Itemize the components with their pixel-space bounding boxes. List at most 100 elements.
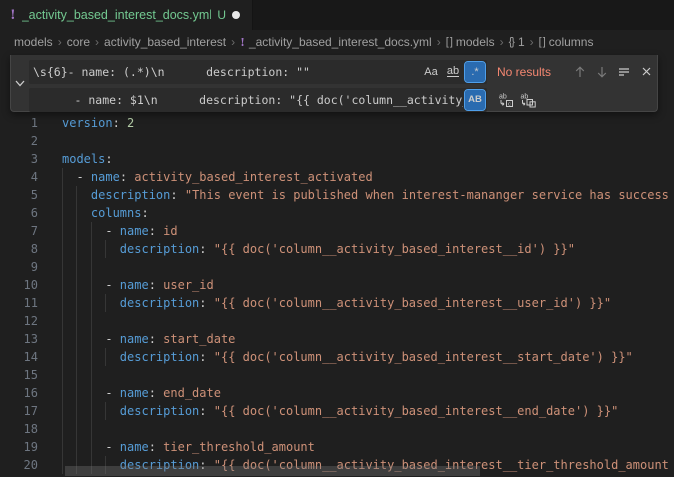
regex-button[interactable]: .* (465, 62, 485, 82)
replace-all-button[interactable]: ab (517, 89, 539, 111)
indent-guide (62, 420, 63, 438)
replace-input[interactable]: - name: $1\n description: "{{ doc('colum… (29, 88, 487, 112)
indent-guide (76, 384, 77, 402)
indent-guide (91, 258, 92, 276)
breadcrumb-separator: › (58, 35, 62, 49)
indent-guide (62, 366, 63, 384)
line-number: 4 (0, 168, 38, 186)
breadcrumb-item-_activity_based_interest_docs.yml[interactable]: !_activity_based_interest_docs.yml (240, 35, 432, 49)
indent-guide (91, 366, 92, 384)
breadcrumb: models › core › activity_based_interest › !_ac… (0, 30, 674, 54)
breadcrumb-separator: › (530, 35, 534, 49)
whole-word-button[interactable]: ab (443, 62, 463, 82)
line-number: 14 (0, 348, 38, 366)
indent-guide (76, 240, 77, 258)
git-untracked-badge: U (217, 8, 226, 22)
find-in-selection-button[interactable] (613, 61, 635, 83)
previous-match-button[interactable] (569, 61, 591, 83)
match-case-button[interactable]: Aa (421, 62, 441, 82)
chevron-down-icon (13, 76, 27, 90)
line-content: version: 2 (38, 114, 674, 132)
find-results-status: No results (497, 65, 559, 79)
breadcrumb-label: _activity_based_interest_docs.yml (249, 35, 432, 49)
line-content (38, 132, 674, 150)
indent-guide (91, 438, 92, 456)
find-input-value: \s{6}- name: (.*)\n description: "" (33, 65, 419, 79)
symbol-object-icon: {} (509, 36, 514, 48)
indent-guide (91, 312, 92, 330)
indent-guide (105, 348, 106, 366)
indent-guide (62, 402, 63, 420)
editor-area[interactable]: 1version: 223models:4 - name: activity_b… (0, 54, 674, 477)
breadcrumb-item-1[interactable]: {} 1 (509, 35, 525, 49)
line-number: 17 (0, 402, 38, 420)
indent-guide (62, 456, 63, 474)
symbol-array-icon: [ ] (446, 36, 452, 48)
line-content: description: "{{ doc('column__activity_b… (38, 294, 674, 312)
indent-guide (76, 186, 77, 204)
code-line: 16 - name: end_date (0, 384, 674, 402)
breadcrumb-label: models (456, 35, 495, 49)
indent-guide (91, 240, 92, 258)
breadcrumb-item-core[interactable]: core (67, 35, 90, 49)
line-number: 16 (0, 384, 38, 402)
indent-guide (62, 258, 63, 276)
line-content: description: "{{ doc('column__activity_b… (38, 348, 674, 366)
preserve-case-button[interactable]: AB (465, 90, 485, 110)
line-number: 2 (0, 132, 38, 150)
arrow-down-icon (595, 65, 609, 79)
indent-guide (105, 294, 106, 312)
line-content: columns: (38, 204, 674, 222)
indent-guide (62, 204, 63, 222)
replace-all-icon: ab (520, 92, 536, 108)
line-content (38, 420, 674, 438)
breadcrumb-label: 1 (518, 35, 525, 49)
breadcrumb-label: activity_based_interest (104, 35, 226, 49)
indent-guide (105, 240, 106, 258)
indent-guide (91, 402, 92, 420)
line-content (38, 258, 674, 276)
indent-guide (76, 420, 77, 438)
breadcrumb-item-models[interactable]: models (14, 35, 53, 49)
breadcrumb-item-activity_based_interest[interactable]: activity_based_interest (104, 35, 226, 49)
indent-guide (91, 294, 92, 312)
indent-guide (62, 276, 63, 294)
dirty-indicator-dot[interactable] (232, 11, 240, 19)
next-match-button[interactable] (591, 61, 613, 83)
indent-guide (62, 294, 63, 312)
line-content: description: "{{ doc('column__activity_b… (38, 402, 674, 420)
replace-button[interactable]: ab c (495, 89, 517, 111)
code-line: 1version: 2 (0, 114, 674, 132)
code-line: 18 (0, 420, 674, 438)
line-number: 8 (0, 240, 38, 258)
breadcrumb-label: models (14, 35, 53, 49)
tab-filename: _activity_based_interest_docs.yml (22, 8, 212, 22)
close-find-widget-button[interactable] (635, 61, 657, 83)
indent-guide (91, 348, 92, 366)
code-line: 17 description: "{{ doc('column__activit… (0, 402, 674, 420)
indent-guide (62, 312, 63, 330)
code-line: 4 - name: activity_based_interest_activa… (0, 168, 674, 186)
line-content: models: (38, 150, 674, 168)
breadcrumb-label: columns (549, 35, 594, 49)
tab-active-file[interactable]: ! _activity_based_interest_docs.yml U (0, 0, 253, 30)
line-content (38, 312, 674, 330)
line-number: 7 (0, 222, 38, 240)
find-replace-widget: \s{6}- name: (.*)\n description: "" Aa a… (10, 55, 658, 112)
indent-guide (62, 186, 63, 204)
line-number: 15 (0, 366, 38, 384)
code-line: 19 - name: tier_threshold_amount (0, 438, 674, 456)
code-line: 10 - name: user_id (0, 276, 674, 294)
code-line: 12 (0, 312, 674, 330)
breadcrumb-item-models[interactable]: [ ] models (446, 35, 495, 49)
breadcrumb-separator: › (95, 35, 99, 49)
toggle-replace-button[interactable] (11, 55, 29, 111)
horizontal-scrollbar[interactable] (65, 466, 480, 476)
svg-text:c: c (508, 101, 511, 107)
indent-guide (62, 222, 63, 240)
replace-icon: ab c (498, 92, 514, 108)
breadcrumb-item-columns[interactable]: [ ] columns (539, 35, 594, 49)
breadcrumb-separator: › (500, 35, 504, 49)
find-input[interactable]: \s{6}- name: (.*)\n description: "" Aa a… (29, 60, 487, 84)
symbol-array-icon: [ ] (539, 36, 545, 48)
